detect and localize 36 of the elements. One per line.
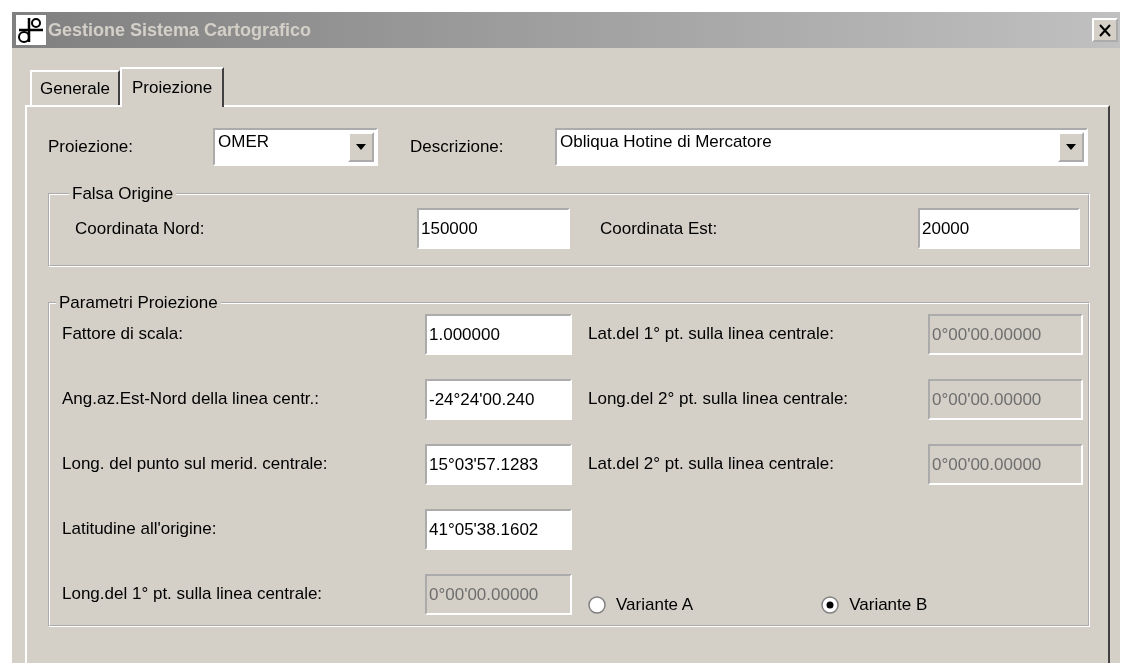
field-label: Descrizione: — [410, 137, 505, 157]
field-label: Coordinata Nord: — [75, 218, 206, 239]
text-field[interactable]: 1.000000 — [425, 313, 572, 355]
caret-icon — [355, 143, 367, 151]
text-field[interactable]: 150000 — [417, 208, 570, 249]
app-icon — [16, 15, 46, 45]
group-title: Falsa Origine — [71, 184, 175, 204]
group-title: Parametri Proiezione — [58, 293, 219, 313]
field-label: Ang.az.Est-Nord della linea centr.: — [62, 389, 321, 409]
radio-button[interactable]: Variante A — [588, 595, 694, 615]
dropdown-button[interactable] — [348, 132, 374, 162]
close-icon — [1098, 23, 1112, 37]
close-button[interactable] — [1092, 18, 1118, 42]
dropdown-button[interactable] — [1058, 132, 1084, 162]
field-label: Latitudine all'origine: — [62, 519, 218, 539]
field-label: Proiezione: — [48, 137, 135, 157]
text-field[interactable]: 15°03'57.1283 — [425, 443, 572, 485]
text-field[interactable]: -24°24'00.240 — [425, 378, 572, 420]
tab[interactable]: Proiezione — [119, 67, 225, 107]
field-label: Lat.del 1° pt. sulla linea centrale: — [588, 324, 835, 344]
radio-button[interactable]: Variante B — [821, 595, 928, 615]
text-field[interactable]: 41°05'38.1602 — [425, 508, 572, 550]
tab[interactable]: Generale — [30, 70, 120, 105]
radio-circle-icon — [588, 596, 606, 614]
radio-circle-icon — [821, 596, 840, 614]
field-label: Fattore di scala: — [62, 324, 184, 344]
dropdown[interactable]: Obliqua Hotine di Mercatore — [555, 128, 1088, 166]
field-label: Coordinata Est: — [600, 218, 719, 239]
window-title: Gestione Sistema Cartografico — [48, 19, 313, 41]
dropdown[interactable]: OMER — [213, 128, 378, 166]
field-label: Lat.del 2° pt. sulla linea centrale: — [588, 454, 835, 474]
field-label: Long. del punto sul merid. centrale: — [62, 454, 329, 474]
field-label: Long.del 1° pt. sulla linea centrale: — [62, 584, 324, 604]
caret-icon — [1065, 143, 1077, 151]
text-field[interactable]: 20000 — [918, 208, 1080, 249]
field-label: Long.del 2° pt. sulla linea centrale: — [588, 389, 850, 409]
